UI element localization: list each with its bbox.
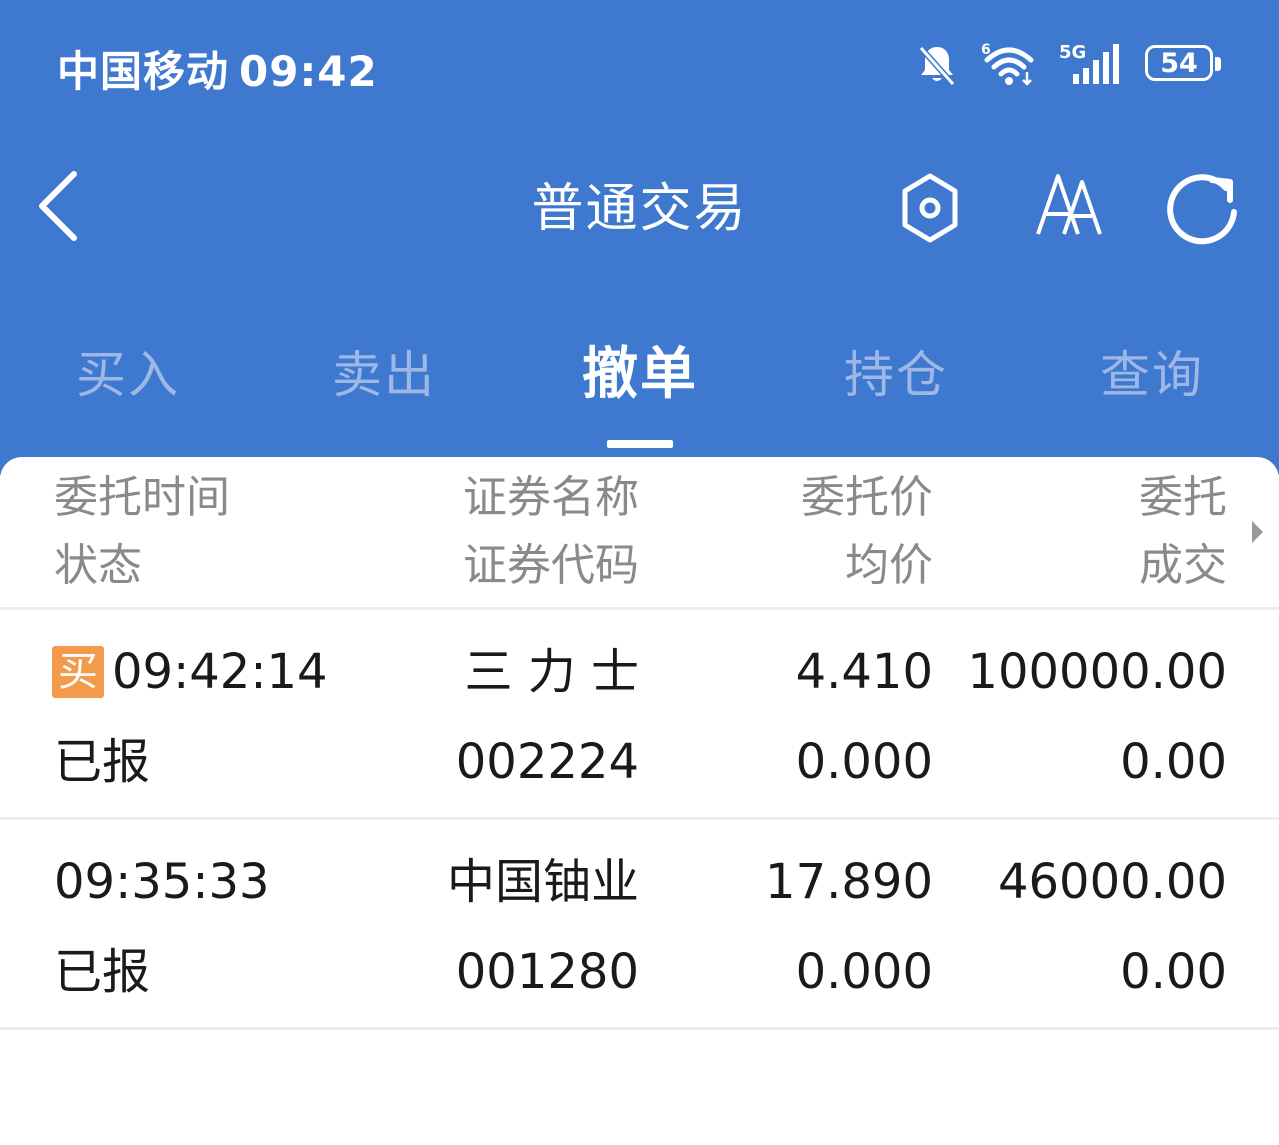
battery-level: 54 bbox=[1145, 45, 1213, 81]
filled-qty: 0.00 bbox=[1120, 944, 1227, 1000]
refresh-button[interactable] bbox=[1160, 168, 1244, 252]
back-chevron-icon bbox=[39, 171, 77, 241]
title-bar: 普通交易 bbox=[0, 140, 1279, 280]
tab-query[interactable]: 查询 bbox=[1052, 330, 1252, 450]
refresh-icon bbox=[1167, 174, 1237, 245]
status-icons: 6 5G 54 bbox=[915, 42, 1221, 88]
order-price: 4.410 bbox=[795, 644, 933, 700]
hexagon-settings-icon bbox=[902, 173, 958, 243]
tab-positions[interactable]: 持仓 bbox=[796, 330, 996, 450]
cellular-signal-icon: 5G bbox=[1059, 42, 1123, 88]
col-order-price: 委托价 bbox=[801, 472, 933, 523]
col-avg-price: 均价 bbox=[845, 540, 933, 591]
orders-panel: 委托时间 状态 证券名称 证券代码 委托价 均价 委托 成交 买 09:42:1… bbox=[0, 457, 1279, 1145]
settings-button[interactable] bbox=[895, 170, 965, 246]
order-qty: 46000.00 bbox=[997, 854, 1227, 910]
active-tab-indicator bbox=[607, 440, 673, 448]
security-name: 中国铀业 bbox=[446, 854, 639, 910]
table-row[interactable]: 09:35:33 已报 中国铀业 001280 17.890 0.000 460… bbox=[0, 820, 1279, 1030]
order-price: 17.890 bbox=[765, 854, 933, 910]
order-status: 已报 bbox=[54, 734, 151, 790]
wifi-badge: 6 bbox=[981, 42, 991, 58]
status-bar: 中国移动 09:42 6 5G 54 bbox=[0, 0, 1279, 130]
col-order-time: 委托时间 bbox=[54, 472, 230, 523]
back-button[interactable] bbox=[30, 168, 90, 248]
font-size-icon bbox=[1036, 174, 1102, 235]
col-status: 状态 bbox=[54, 540, 142, 591]
col-filled-qty: 成交 bbox=[1139, 540, 1227, 591]
security-code: 001280 bbox=[455, 944, 639, 1000]
font-size-button[interactable] bbox=[1030, 168, 1110, 248]
security-code: 002224 bbox=[455, 734, 639, 790]
battery-icon: 54 bbox=[1145, 45, 1221, 85]
order-time: 09:35:33 bbox=[54, 854, 270, 910]
signal-type: 5G bbox=[1059, 42, 1086, 63]
tab-sell[interactable]: 卖出 bbox=[284, 330, 484, 450]
trade-tabs: 买入 卖出 撤单 持仓 查询 bbox=[0, 330, 1279, 450]
status-left: 中国移动 09:42 bbox=[57, 38, 378, 99]
buy-badge: 买 bbox=[52, 646, 104, 698]
scroll-right-icon[interactable] bbox=[1252, 521, 1263, 543]
order-qty: 100000.00 bbox=[967, 644, 1227, 700]
col-security-name: 证券名称 bbox=[463, 472, 639, 523]
avg-price: 0.000 bbox=[795, 734, 933, 790]
table-header: 委托时间 状态 证券名称 证券代码 委托价 均价 委托 成交 bbox=[0, 457, 1279, 610]
filled-qty: 0.00 bbox=[1120, 734, 1227, 790]
order-status: 已报 bbox=[54, 944, 151, 1000]
col-order-qty: 委托 bbox=[1139, 472, 1227, 523]
col-security-code: 证券代码 bbox=[463, 540, 639, 591]
app-header: 中国移动 09:42 6 5G 54 普通交易 买入 卖出 撤单 持仓 查询 bbox=[0, 0, 1279, 475]
bell-muted-icon bbox=[915, 42, 959, 88]
tab-buy[interactable]: 买入 bbox=[28, 330, 228, 450]
carrier-name: 中国移动 bbox=[57, 47, 230, 96]
wifi-icon: 6 bbox=[981, 42, 1037, 88]
table-row[interactable]: 买 09:42:14 已报 三 力 士 002224 4.410 0.000 1… bbox=[0, 610, 1279, 820]
avg-price: 0.000 bbox=[795, 944, 933, 1000]
status-clock: 09:42 bbox=[239, 47, 378, 96]
order-time: 09:42:14 bbox=[112, 644, 328, 700]
security-name: 三 力 士 bbox=[464, 644, 639, 700]
tab-cancel-order[interactable]: 撤单 bbox=[540, 330, 740, 450]
